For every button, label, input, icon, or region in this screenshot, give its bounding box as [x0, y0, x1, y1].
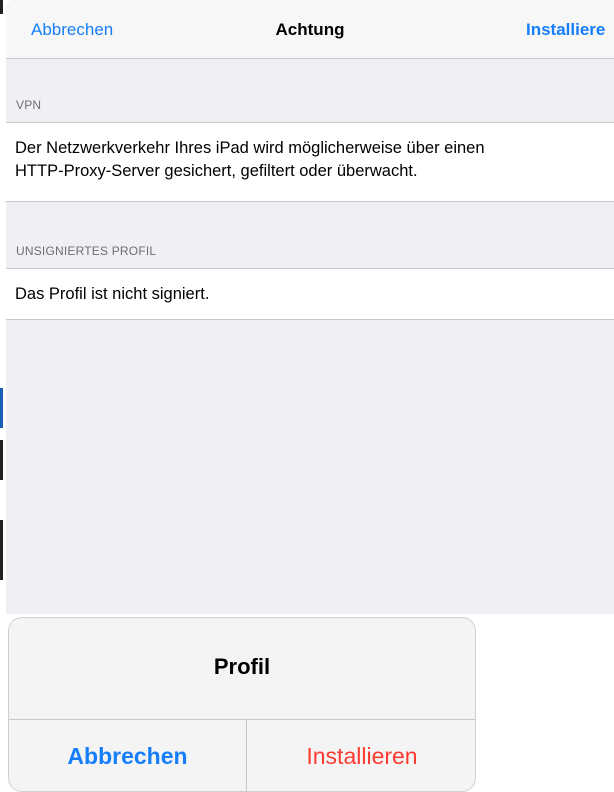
- cancel-nav-button[interactable]: Abbrechen: [31, 20, 113, 40]
- edge-mark: [0, 520, 3, 580]
- alert-install-button[interactable]: Installieren: [247, 720, 475, 791]
- section-header-label: VPN: [16, 98, 42, 112]
- edge-mark: [0, 440, 3, 480]
- navigation-bar: Abbrechen Achtung Installiere: [6, 0, 614, 59]
- vpn-warning-line: HTTP-Proxy-Server gesichert, gefiltert o…: [15, 162, 418, 180]
- alert-title: Profil: [213, 654, 271, 679]
- vpn-warning-line: Der Netzwerkverkehr Ihres iPad wird mögl…: [15, 139, 485, 157]
- section-header-label: UNSIGNIERTES PROFIL: [16, 244, 157, 258]
- vpn-warning-text: Der Netzwerkverkehr Ihres iPad wird mögl…: [15, 137, 606, 183]
- edge-mark: [0, 388, 3, 428]
- screen: Abbrechen Achtung Installiere VPN Der Ne…: [0, 0, 614, 792]
- vpn-warning-cell: Der Netzwerkverkehr Ihres iPad wird mögl…: [6, 122, 614, 202]
- install-nav-button[interactable]: Installiere: [526, 20, 605, 40]
- alert-cancel-button[interactable]: Abbrechen: [9, 720, 246, 791]
- edge-mark: [0, 0, 3, 14]
- unsigned-profile-text: Das Profil ist nicht signiert.: [15, 285, 210, 303]
- profile-alert: Profil Abbrechen Installieren: [8, 617, 476, 792]
- unsigned-profile-cell: Das Profil ist nicht signiert.: [6, 268, 614, 320]
- warning-sheet: Abbrechen Achtung Installiere VPN Der Ne…: [6, 0, 614, 614]
